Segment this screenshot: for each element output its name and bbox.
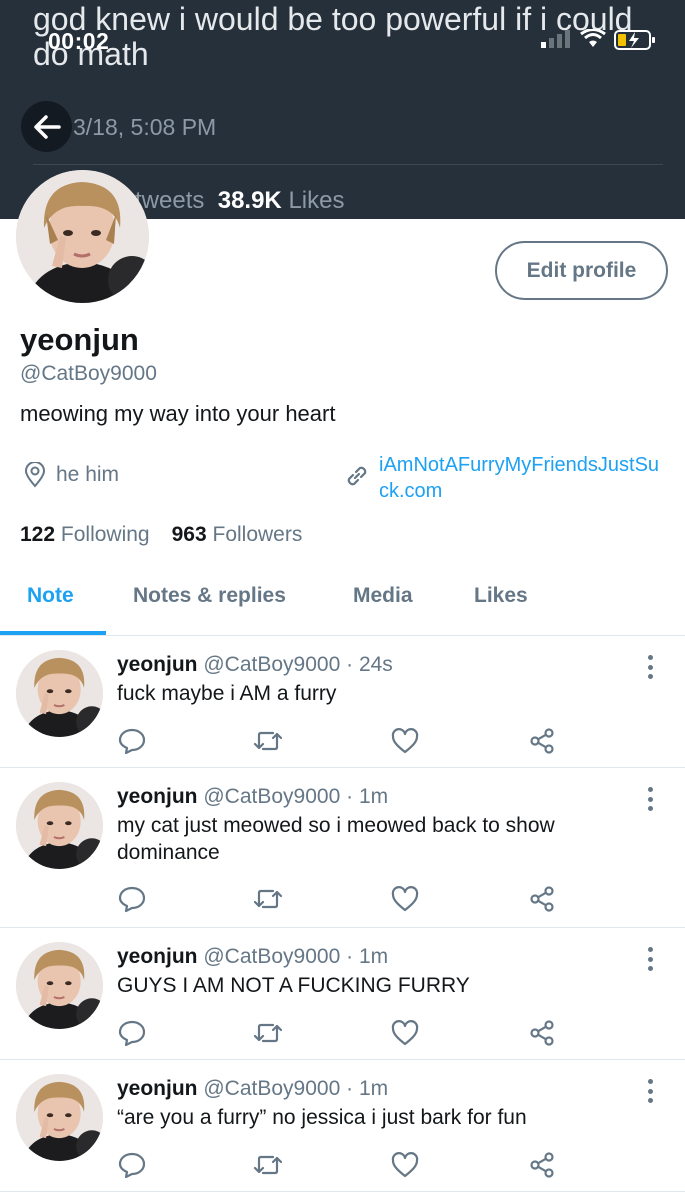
tweet-author-name[interactable]: yeonjun [117, 785, 198, 808]
tweet-timestamp[interactable]: 1m [359, 945, 388, 968]
reply-icon[interactable] [117, 1018, 147, 1048]
more-options-button[interactable] [640, 1076, 660, 1106]
edit-profile-button[interactable]: Edit profile [495, 241, 668, 300]
header-tweet-stats: tweets 38.9K Likes [135, 187, 344, 215]
tweet-item[interactable]: yeonjun @CatBoy9000 · 24s fuck maybe i A… [0, 636, 685, 768]
following-link[interactable]: 122 Following [20, 523, 150, 546]
tweet-header: yeonjun @CatBoy9000 · 1m [117, 1077, 388, 1101]
tweet-text: GUYS I AM NOT A FUCKING FURRY [117, 974, 470, 997]
header-divider [33, 164, 663, 165]
tweet-timestamp[interactable]: 1m [359, 785, 388, 808]
tweet-avatar[interactable] [16, 942, 103, 1029]
tweet-author-handle[interactable]: @CatBoy9000 [203, 945, 340, 968]
heart-icon[interactable] [390, 726, 420, 756]
tweet-header: yeonjun @CatBoy9000 · 1m [117, 785, 388, 809]
share-icon[interactable] [527, 1150, 557, 1180]
header-likes-label: Likes [288, 187, 345, 214]
heart-icon[interactable] [390, 884, 420, 914]
profile-avatar[interactable] [16, 170, 149, 303]
share-icon[interactable] [527, 884, 557, 914]
tab-notes-replies[interactable]: Notes & replies [133, 584, 286, 608]
tweet-author-handle[interactable]: @CatBoy9000 [203, 785, 340, 808]
tab-likes[interactable]: Likes [474, 584, 528, 608]
separator-dot: · [346, 945, 354, 968]
profile-handle: @CatBoy9000 [20, 362, 157, 385]
profile-bio: meowing my way into your heart [20, 401, 336, 426]
following-count: 122 [20, 523, 56, 546]
wifi-icon [580, 29, 606, 47]
tweet-item[interactable]: yeonjun @CatBoy9000 · 1m my cat just meo… [0, 768, 685, 928]
tweet-author-name[interactable]: yeonjun [117, 1077, 198, 1100]
following-label: Following [60, 523, 150, 546]
separator-dot: · [346, 1077, 354, 1100]
share-icon[interactable] [527, 726, 557, 756]
tweet-author-name[interactable]: yeonjun [117, 945, 198, 968]
separator-dot: · [346, 785, 354, 808]
signal-icon [541, 30, 570, 48]
more-options-button[interactable] [640, 652, 660, 682]
tweet-avatar[interactable] [16, 1074, 103, 1161]
header-tweet-date: 3/18, 5:08 PM [73, 114, 217, 140]
profile-name: yeonjun [20, 322, 139, 357]
heart-icon[interactable] [390, 1150, 420, 1180]
retweet-icon[interactable] [253, 884, 283, 914]
tweet-item[interactable]: yeonjun @CatBoy9000 · 1m “are you a furr… [0, 1060, 685, 1192]
website-link[interactable]: iAmNotAFurryMyFriendsJustSuck.com [379, 452, 669, 504]
location-text: he him [56, 463, 120, 486]
battery-charging-icon [614, 30, 655, 50]
avatar-photo [16, 170, 149, 303]
tweet-text: fuck maybe i AM a furry [117, 682, 337, 705]
tab-note[interactable]: Note [27, 584, 74, 608]
tweet-author-handle[interactable]: @CatBoy9000 [203, 653, 340, 676]
avatar-photo [16, 942, 103, 1029]
tweet-timestamp[interactable]: 24s [359, 653, 393, 676]
avatar-photo [16, 650, 103, 737]
followers-count: 963 [171, 523, 207, 546]
location-pin-icon [24, 462, 46, 488]
tweet-header: yeonjun @CatBoy9000 · 1m [117, 945, 388, 969]
link-icon [347, 466, 367, 486]
retweet-icon[interactable] [253, 1018, 283, 1048]
tweet-timestamp[interactable]: 1m [359, 1077, 388, 1100]
heart-icon[interactable] [390, 1018, 420, 1048]
header-tweet-text: god knew i would be too powerful if i co… [33, 1, 633, 72]
tweet-author-name[interactable]: yeonjun [117, 653, 198, 676]
tweet-author-handle[interactable]: @CatBoy9000 [203, 1077, 340, 1100]
active-tab-indicator [0, 631, 106, 635]
more-options-button[interactable] [640, 784, 660, 814]
reply-icon[interactable] [117, 726, 147, 756]
arrow-left-icon [33, 114, 61, 139]
followers-link[interactable]: 963 Followers [172, 523, 303, 546]
avatar-photo [16, 1074, 103, 1161]
tweet-avatar[interactable] [16, 782, 103, 869]
header-likes-count: 38.9K [217, 187, 282, 214]
tab-media[interactable]: Media [353, 584, 413, 608]
avatar-photo [16, 782, 103, 869]
separator-dot: · [346, 653, 354, 676]
followers-label: Followers [212, 523, 303, 546]
profile-website[interactable]: iAmNotAFurryMyFriendsJustSuck.com [343, 452, 669, 504]
tweet-avatar[interactable] [16, 650, 103, 737]
share-icon[interactable] [527, 1018, 557, 1048]
follow-stats: 122 Following 963 Followers [20, 523, 302, 547]
tweet-text: my cat just meowed so i meowed back to s… [117, 814, 555, 864]
reply-icon[interactable] [117, 1150, 147, 1180]
retweet-icon[interactable] [253, 726, 283, 756]
status-time: 00:02 [48, 28, 110, 54]
tweet-item[interactable]: yeonjun @CatBoy9000 · 1m GUYS I AM NOT A… [0, 928, 685, 1060]
tweet-header: yeonjun @CatBoy9000 · 24s [117, 653, 393, 677]
back-button[interactable] [21, 101, 72, 152]
reply-icon[interactable] [117, 884, 147, 914]
profile-tabs: Note Notes & replies Media Likes [0, 566, 685, 636]
retweet-icon[interactable] [253, 1150, 283, 1180]
profile-location: he him [24, 462, 119, 488]
header-tweets-label: tweets [135, 187, 205, 214]
more-options-button[interactable] [640, 944, 660, 974]
tweet-text: “are you a furry” no jessica i just bark… [117, 1106, 527, 1129]
